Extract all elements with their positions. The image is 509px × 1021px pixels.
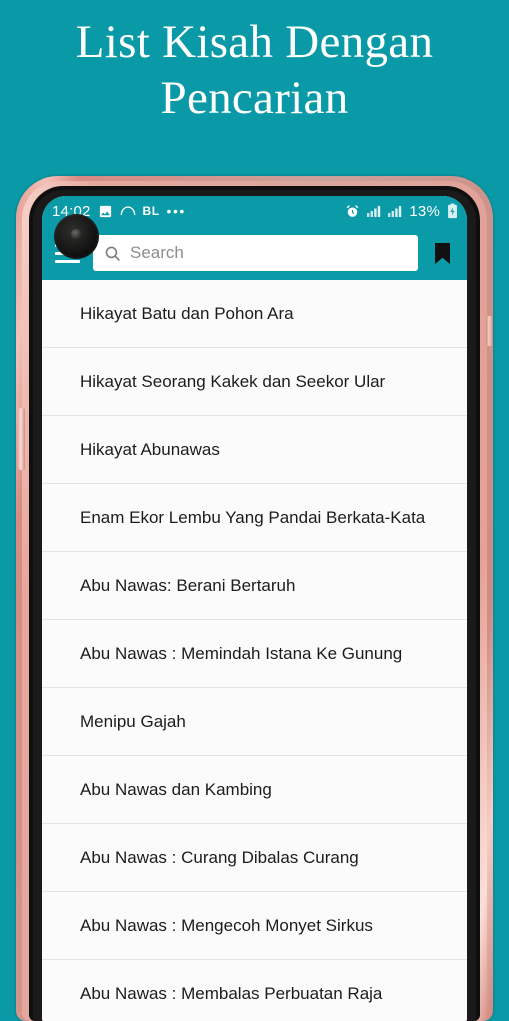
list-item[interactable]: Abu Nawas : Curang Dibalas Curang (42, 824, 467, 892)
list-item[interactable]: Abu Nawas : Membalas Perbuatan Raja (42, 960, 467, 1021)
list-item-title: Menipu Gajah (80, 711, 186, 731)
list-item-title: Enam Ekor Lembu Yang Pandai Berkata-Kata (80, 507, 426, 527)
story-list: Hikayat Batu dan Pohon Ara Hikayat Seora… (42, 280, 467, 1021)
phone-volume-button[interactable] (18, 408, 25, 470)
list-item-title: Abu Nawas : Mengecoh Monyet Sirkus (80, 915, 373, 935)
list-item-title: Hikayat Seorang Kakek dan Seekor Ular (80, 371, 386, 391)
status-overflow-icon: ••• (166, 203, 186, 219)
list-item[interactable]: Hikayat Seorang Kakek dan Seekor Ular (42, 348, 467, 416)
status-bar: 14:02 BL ••• 13% (42, 196, 467, 226)
list-item-title: Hikayat Batu dan Pohon Ara (80, 303, 294, 323)
cloud-icon (120, 205, 136, 217)
list-item-title: Abu Nawas dan Kambing (80, 779, 272, 799)
list-item-title: Hikayat Abunawas (80, 439, 220, 459)
phone-power-button[interactable] (486, 316, 492, 346)
list-item[interactable]: Menipu Gajah (42, 688, 467, 756)
phone-screen: 14:02 BL ••• 13% Search Hikayat Batu dan… (42, 196, 467, 1021)
signal-bars-icon (367, 205, 381, 217)
list-item-title: Abu Nawas : Memindah Istana Ke Gunung (80, 643, 403, 663)
signal-bars-icon-2 (388, 205, 402, 217)
page-title: List Kisah Dengan Pencarian (75, 16, 434, 125)
image-icon (98, 204, 113, 219)
app-bar: Search (42, 214, 467, 280)
camera-punch-hole (54, 214, 99, 259)
hamburger-bar-3 (54, 259, 80, 263)
search-placeholder: Search (130, 243, 184, 262)
search-icon (104, 245, 121, 262)
phone-mockup: 14:02 BL ••• 13% Search Hikayat Batu dan… (16, 176, 493, 1021)
list-item[interactable]: Abu Nawas: Berani Bertaruh (42, 552, 467, 620)
list-item[interactable]: Abu Nawas : Memindah Istana Ke Gunung (42, 620, 467, 688)
hero-banner: List Kisah Dengan Pencarian (0, 0, 509, 172)
battery-charging-icon (447, 203, 458, 219)
status-bar-right: 13% (345, 203, 458, 220)
list-item[interactable]: Enam Ekor Lembu Yang Pandai Berkata-Kata (42, 484, 467, 552)
bookmark-icon[interactable] (427, 236, 457, 270)
search-input[interactable]: Search (93, 235, 418, 271)
list-item-title: Abu Nawas : Membalas Perbuatan Raja (80, 983, 383, 1003)
list-item-title: Abu Nawas: Berani Bertaruh (80, 575, 296, 595)
list-item[interactable]: Abu Nawas : Mengecoh Monyet Sirkus (42, 892, 467, 960)
status-carrier-label: BL (142, 204, 160, 218)
list-item[interactable]: Abu Nawas dan Kambing (42, 756, 467, 824)
alarm-icon (345, 204, 360, 219)
list-item-title: Abu Nawas : Curang Dibalas Curang (80, 847, 359, 867)
list-item[interactable]: Hikayat Abunawas (42, 416, 467, 484)
battery-percent: 13% (409, 202, 440, 220)
list-item[interactable]: Hikayat Batu dan Pohon Ara (42, 280, 467, 348)
